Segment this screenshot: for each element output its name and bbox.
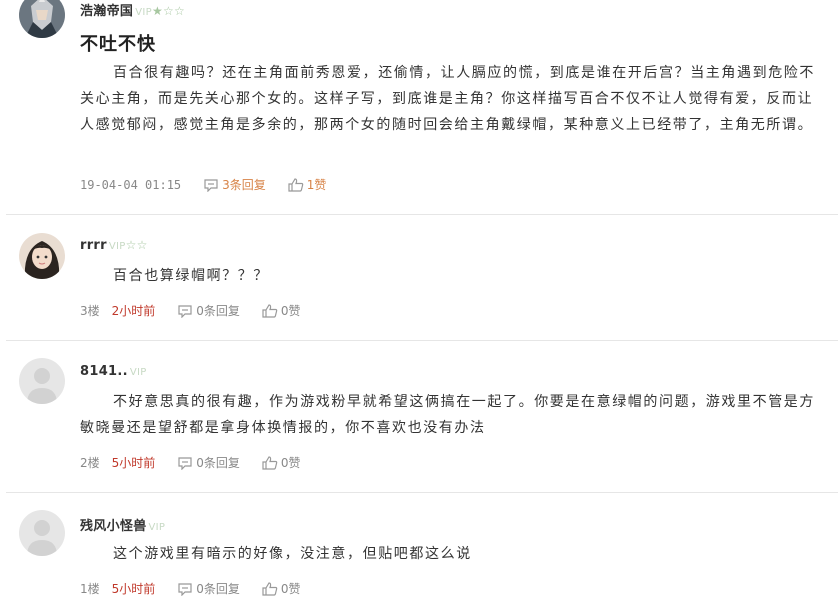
avatar[interactable] xyxy=(19,358,65,404)
default-avatar-icon xyxy=(19,510,65,556)
avatar[interactable] xyxy=(19,0,65,38)
like-button[interactable]: 1赞 xyxy=(288,176,327,193)
comment-bubble-icon xyxy=(178,582,192,596)
avatar[interactable] xyxy=(19,510,65,556)
username-text[interactable]: 8141.. xyxy=(80,364,128,379)
like-count[interactable]: 0赞 xyxy=(281,454,301,471)
divider xyxy=(6,214,838,215)
vip-badge: VIP xyxy=(148,522,166,533)
comment-meta: 2楼 5小时前 0条回复 0赞 xyxy=(80,454,301,471)
username-text[interactable]: 残风小怪兽 xyxy=(80,519,147,534)
vip-badge: VIP xyxy=(129,367,147,378)
floor-number: 2楼 xyxy=(80,456,100,470)
reply-count[interactable]: 3条回复 xyxy=(222,176,266,193)
divider xyxy=(6,492,838,493)
like-count[interactable]: 0赞 xyxy=(281,580,301,597)
comment-meta: 19-04-04 01:15 3条回复 1赞 xyxy=(80,176,326,193)
reply-button[interactable]: 0条回复 xyxy=(177,580,240,597)
comment-time: 2小时前 xyxy=(111,304,156,318)
comment-text: 百合很有趣吗？还在主角面前秀恩爱，还偷情，让人膈应的慌，到底是谁在开后宫？当主角… xyxy=(80,65,815,133)
thumbs-up-icon xyxy=(262,303,278,318)
username-text[interactable]: rrrr xyxy=(80,238,107,253)
divider xyxy=(6,340,838,341)
floor-number: 3楼 xyxy=(80,304,100,318)
comment-text: 不好意思真的很有趣，作为游戏粉早就希望这俩搞在一起了。你要是在意绿帽的问题，游戏… xyxy=(80,394,815,436)
reply-button[interactable]: 0条回复 xyxy=(177,454,240,471)
reply-count[interactable]: 0条回复 xyxy=(196,302,240,319)
reply-button[interactable]: 3条回复 xyxy=(203,176,266,193)
reply-count[interactable]: 0条回复 xyxy=(196,580,240,597)
comment-text: 百合也算绿帽啊？？？ xyxy=(113,268,269,284)
like-button[interactable]: 0赞 xyxy=(262,580,301,597)
warrior-avatar-icon xyxy=(19,0,65,38)
like-count[interactable]: 0赞 xyxy=(281,302,301,319)
reply-button[interactable]: 0条回复 xyxy=(177,302,240,319)
comment-text: 这个游戏里有暗示的好像，没注意，但贴吧都这么说 xyxy=(113,546,472,562)
comment-bubble-icon xyxy=(178,456,192,470)
thumbs-up-icon xyxy=(262,581,278,596)
vip-badge: VIP xyxy=(135,7,152,18)
comment-time: 5小时前 xyxy=(111,456,156,470)
comment-bubble-icon xyxy=(204,178,218,192)
comment-title: 不吐不快 xyxy=(80,34,156,55)
floor-number: 1楼 xyxy=(80,582,100,596)
vip-stars: ☆☆ xyxy=(125,238,148,252)
username-text[interactable]: 浩瀚帝国 xyxy=(80,4,133,19)
like-button[interactable]: 0赞 xyxy=(262,302,301,319)
vip-stars: ★☆☆ xyxy=(151,4,186,18)
thumbs-up-icon xyxy=(288,177,304,192)
vip-badge: VIP xyxy=(108,241,126,252)
like-count[interactable]: 1赞 xyxy=(307,176,327,193)
username[interactable]: 残风小怪兽 VIP xyxy=(80,515,165,534)
comment-time: 5小时前 xyxy=(111,582,156,596)
username[interactable]: 浩瀚帝国 VIP★☆☆ xyxy=(80,0,185,19)
username[interactable]: 8141.. VIP xyxy=(80,364,147,379)
avatar[interactable] xyxy=(19,233,65,279)
default-avatar-icon xyxy=(19,358,65,404)
username[interactable]: rrrr VIP☆☆ xyxy=(80,238,148,253)
comment-meta: 3楼 2小时前 0条回复 0赞 xyxy=(80,302,301,319)
like-button[interactable]: 0赞 xyxy=(262,454,301,471)
comment-time: 19-04-04 01:15 xyxy=(80,177,182,192)
girl-avatar-icon xyxy=(19,233,65,279)
reply-count[interactable]: 0条回复 xyxy=(196,454,240,471)
comment-meta: 1楼 5小时前 0条回复 0赞 xyxy=(80,580,301,597)
comment-bubble-icon xyxy=(178,304,192,318)
thumbs-up-icon xyxy=(262,455,278,470)
